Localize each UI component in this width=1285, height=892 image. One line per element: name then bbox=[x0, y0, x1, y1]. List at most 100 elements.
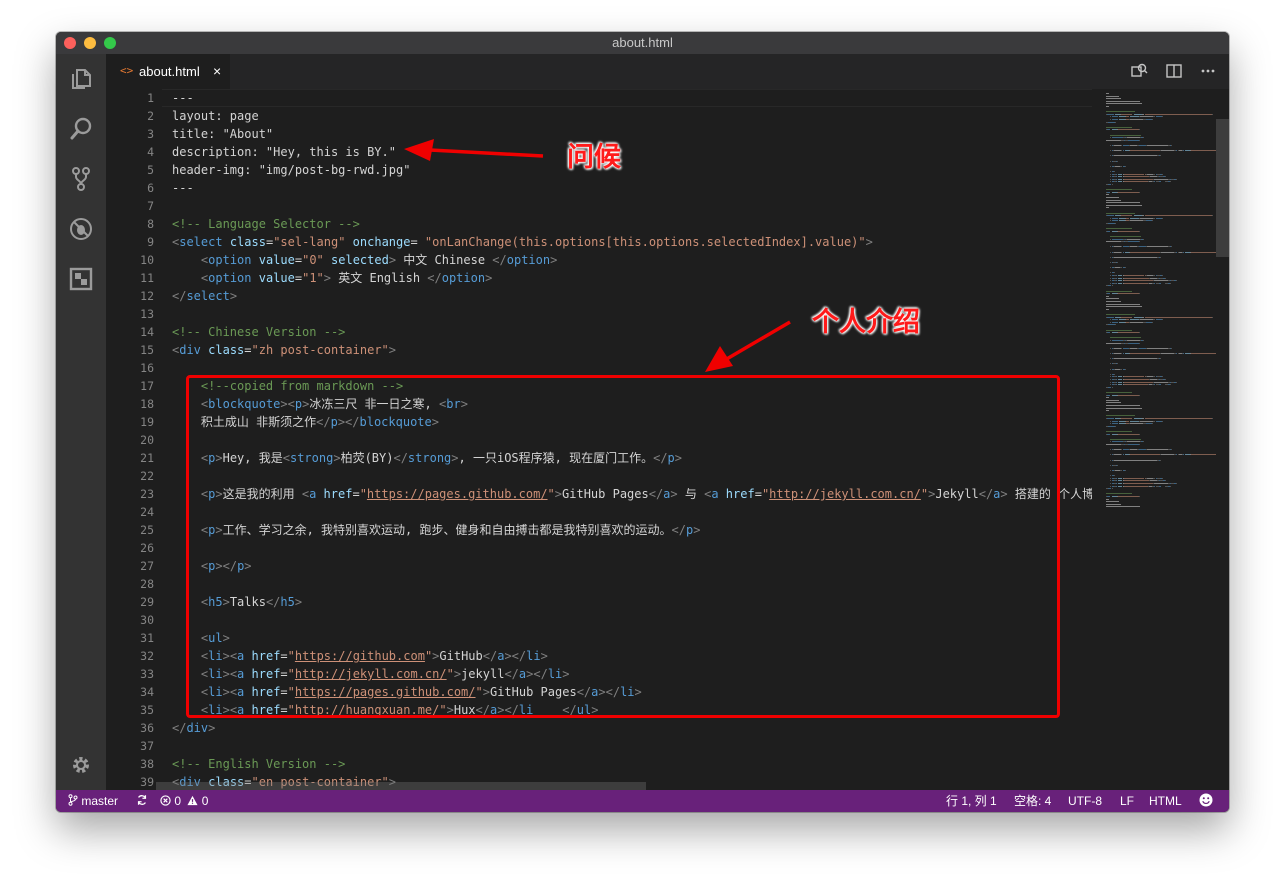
minimap-line bbox=[1152, 321, 1154, 323]
minimap-line bbox=[1125, 319, 1130, 321]
code-line[interactable]: <option value="1"> 英文 English </option> bbox=[172, 269, 1092, 287]
encoding[interactable]: UTF-8 bbox=[1068, 790, 1102, 812]
minimap-line bbox=[1124, 181, 1147, 183]
minimap-line bbox=[1169, 282, 1171, 284]
minimap-line bbox=[1113, 358, 1157, 360]
close-icon[interactable]: × bbox=[213, 63, 221, 79]
minimap-line bbox=[1143, 441, 1145, 443]
code-line[interactable]: description: "Hey, this is BY." bbox=[172, 143, 1092, 161]
minimap-line bbox=[1162, 116, 1164, 118]
line-number: 18 bbox=[140, 397, 154, 411]
intro-highlight-box bbox=[186, 375, 1060, 718]
minimap-line bbox=[1162, 420, 1164, 422]
code-line[interactable]: <!-- English Version --> bbox=[172, 755, 1092, 773]
gear-icon[interactable] bbox=[68, 752, 94, 778]
code-line[interactable]: <div class="zh post-container"> bbox=[172, 341, 1092, 359]
minimap-line bbox=[1108, 121, 1115, 123]
code-line[interactable] bbox=[172, 737, 1092, 755]
minimap-line bbox=[1106, 415, 1135, 417]
minimap-line bbox=[1146, 145, 1168, 146]
minimap-line bbox=[1143, 340, 1145, 341]
open-changes-icon[interactable] bbox=[1130, 62, 1150, 82]
code-line[interactable]: header-img: "img/post-bg-rwd.jpg" bbox=[172, 161, 1092, 179]
minimap-line bbox=[1143, 238, 1145, 240]
window-title: about.html bbox=[612, 35, 673, 50]
code-line[interactable]: layout: page bbox=[172, 107, 1092, 125]
minimap-line bbox=[1131, 150, 1159, 152]
scrollbar-thumb[interactable] bbox=[1216, 119, 1229, 257]
code-token: 英文 English bbox=[331, 271, 428, 285]
minimap-line bbox=[1158, 384, 1161, 386]
indentation[interactable]: 空格: 4 bbox=[1014, 790, 1051, 812]
minimap-line bbox=[1113, 449, 1122, 451]
minimap-line bbox=[1106, 407, 1143, 409]
feedback-smiley-icon[interactable] bbox=[1199, 790, 1213, 812]
minimap-line bbox=[1144, 418, 1212, 419]
line-number: 6 bbox=[147, 181, 154, 195]
tab-about-html[interactable]: <> about.html × bbox=[106, 54, 230, 89]
more-actions-icon[interactable] bbox=[1199, 62, 1219, 82]
minimap-line bbox=[1106, 204, 1143, 206]
minimap-line bbox=[1106, 399, 1120, 401]
cursor-position[interactable]: 行 1, 列 1 bbox=[946, 790, 997, 812]
line-number: 22 bbox=[140, 469, 154, 483]
code-line[interactable]: </div> bbox=[172, 719, 1092, 737]
minimap-line bbox=[1106, 139, 1122, 141]
minimap-line bbox=[1106, 212, 1135, 214]
minimap-line bbox=[1126, 441, 1141, 443]
line-number: 15 bbox=[140, 343, 154, 357]
minimap-line bbox=[1139, 332, 1141, 334]
code-token: > bbox=[550, 253, 558, 267]
minimap-line bbox=[1107, 129, 1111, 131]
minimap-line bbox=[1106, 493, 1133, 495]
code-line[interactable]: --- bbox=[172, 89, 1092, 107]
source-control-icon[interactable] bbox=[68, 166, 94, 192]
minimap-line bbox=[1113, 353, 1122, 354]
minimap-line bbox=[1111, 285, 1113, 287]
code-line[interactable]: <option value="0" selected> 中文 Chinese <… bbox=[172, 251, 1092, 269]
explorer-icon[interactable] bbox=[68, 66, 94, 92]
minimap-line bbox=[1146, 246, 1168, 248]
minimap-line bbox=[1106, 199, 1122, 201]
line-number: 27 bbox=[140, 559, 154, 573]
minimap-line bbox=[1158, 485, 1161, 487]
minimap-line bbox=[1139, 394, 1141, 396]
vertical-scrollbar[interactable] bbox=[1216, 89, 1229, 790]
code-line[interactable]: <!-- Chinese Version --> bbox=[172, 323, 1092, 341]
minimap[interactable] bbox=[1092, 89, 1216, 790]
sync-icon[interactable] bbox=[136, 790, 148, 812]
branch-indicator[interactable]: master bbox=[68, 790, 118, 812]
line-number: 10 bbox=[140, 253, 154, 267]
code-line[interactable]: <select class="sel-lang" onchange= "onLa… bbox=[172, 233, 1092, 251]
code-line[interactable] bbox=[172, 305, 1092, 323]
code-line[interactable]: --- bbox=[172, 179, 1092, 197]
problems-indicator[interactable]: 0 0 bbox=[160, 790, 208, 812]
code-token: <!-- Chinese Version --> bbox=[172, 325, 346, 339]
minimap-line bbox=[1111, 319, 1119, 321]
minimap-line bbox=[1133, 215, 1143, 217]
minimap-line bbox=[1115, 381, 1117, 383]
minimap-line bbox=[1126, 340, 1141, 341]
minimap-line bbox=[1107, 332, 1111, 334]
minimap-line bbox=[1111, 220, 1119, 222]
horizontal-scrollbar[interactable] bbox=[156, 782, 646, 790]
code-line[interactable] bbox=[172, 197, 1092, 215]
code-line[interactable]: </select> bbox=[172, 287, 1092, 305]
code-line[interactable]: <!-- Language Selector --> bbox=[172, 215, 1092, 233]
code-line[interactable]: title: "About" bbox=[172, 125, 1092, 143]
extensions-icon[interactable] bbox=[68, 266, 94, 292]
minimap-line bbox=[1121, 113, 1133, 115]
line-ending[interactable]: LF bbox=[1120, 790, 1134, 812]
debug-icon[interactable] bbox=[68, 216, 94, 242]
minimap-line bbox=[1152, 423, 1154, 425]
line-number: 9 bbox=[147, 235, 154, 249]
minimap-line bbox=[1113, 150, 1122, 152]
minimap-line bbox=[1122, 353, 1124, 354]
language-mode[interactable]: HTML bbox=[1149, 790, 1182, 812]
split-editor-icon[interactable] bbox=[1165, 62, 1185, 82]
search-icon[interactable] bbox=[68, 116, 94, 142]
minimap-line bbox=[1158, 181, 1161, 183]
code-token: selected bbox=[331, 253, 389, 267]
